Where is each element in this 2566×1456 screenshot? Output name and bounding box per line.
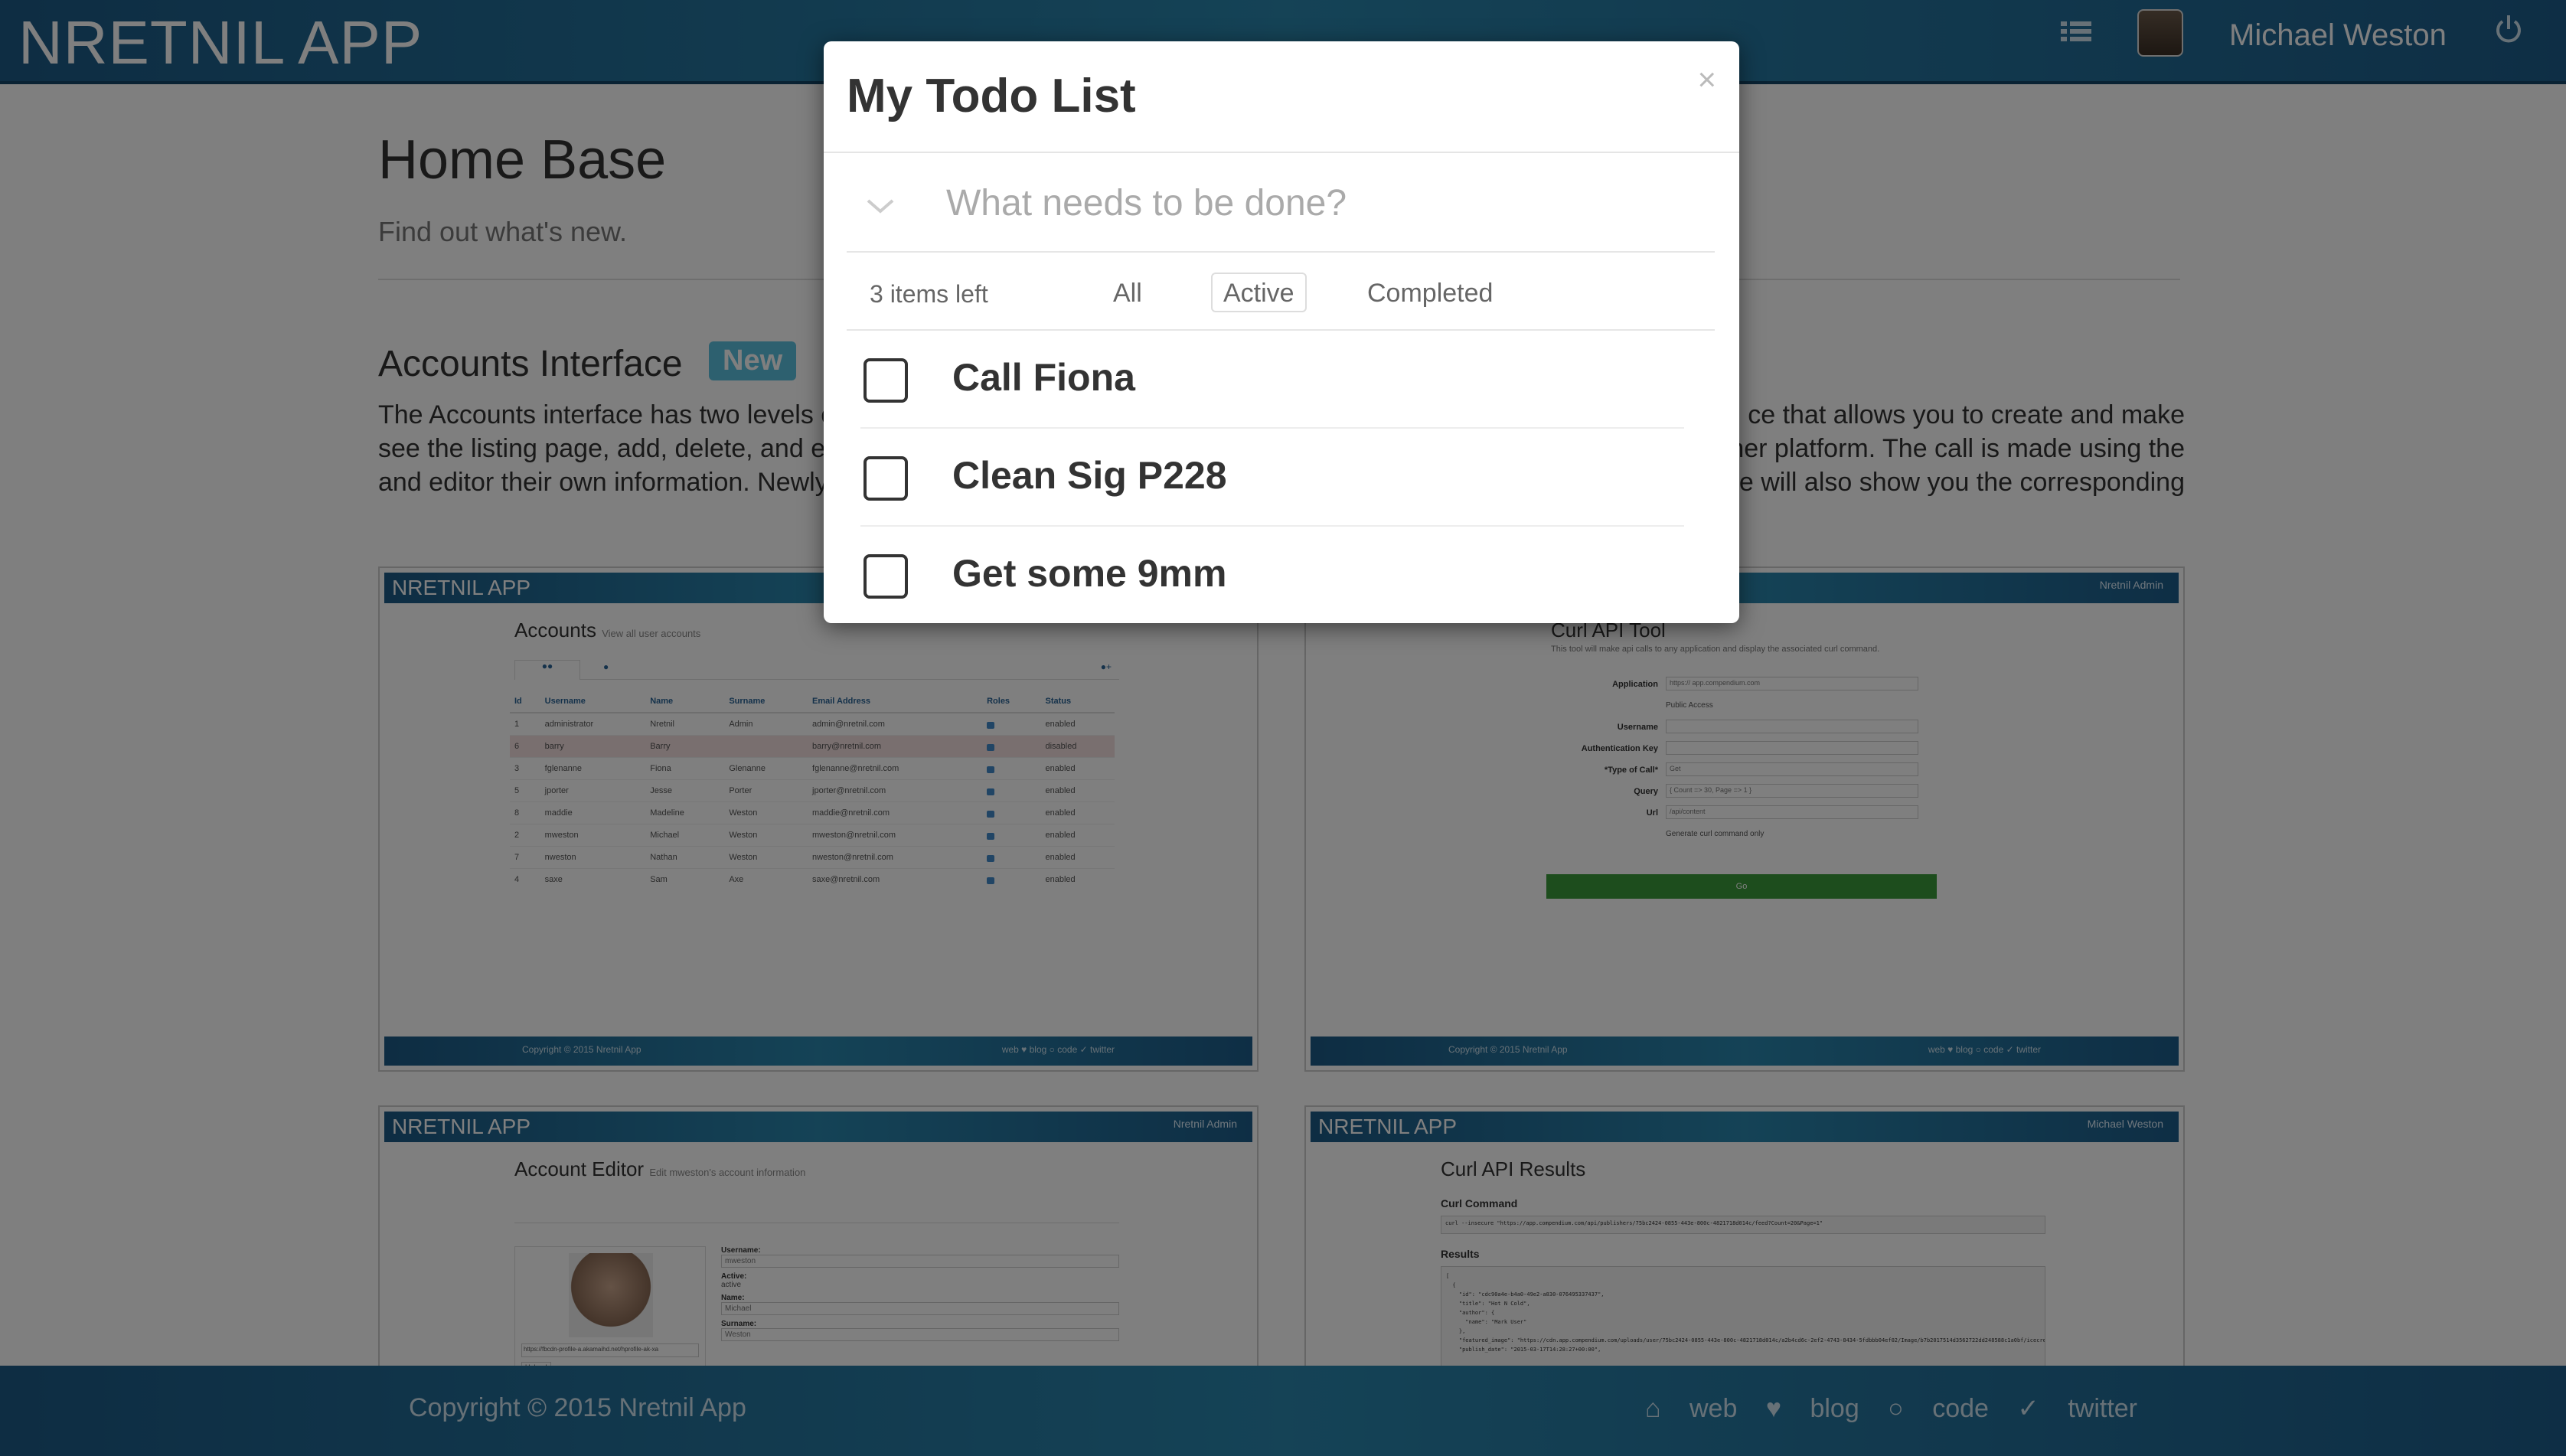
close-icon[interactable]: ×	[1697, 61, 1716, 98]
todo-checkbox[interactable]	[863, 456, 908, 501]
filter-active[interactable]: Active	[1211, 273, 1307, 312]
toggle-all-icon[interactable]	[865, 194, 896, 217]
filter-completed[interactable]: Completed	[1355, 273, 1505, 312]
todo-text[interactable]: Call Fiona	[952, 355, 1135, 400]
todo-filter-bar: 3 items left All Active Completed	[847, 254, 1715, 331]
filter-all[interactable]: All	[1101, 273, 1154, 312]
modal-title: My Todo List	[847, 70, 1136, 122]
todo-text[interactable]: Get some 9mm	[952, 551, 1226, 596]
new-todo-row	[847, 153, 1715, 253]
todo-item[interactable]: Clean Sig P228	[860, 429, 1684, 527]
todo-text[interactable]: Clean Sig P228	[952, 453, 1227, 498]
new-todo-input[interactable]	[946, 176, 1681, 230]
todo-modal: My Todo List × 3 items left All Active C…	[824, 41, 1739, 623]
items-left-count: 3 items left	[870, 280, 988, 308]
todo-item[interactable]: Call Fiona	[860, 331, 1684, 429]
todo-item[interactable]: Get some 9mm	[860, 527, 1684, 623]
todo-checkbox[interactable]	[863, 358, 908, 403]
todo-checkbox[interactable]	[863, 554, 908, 599]
